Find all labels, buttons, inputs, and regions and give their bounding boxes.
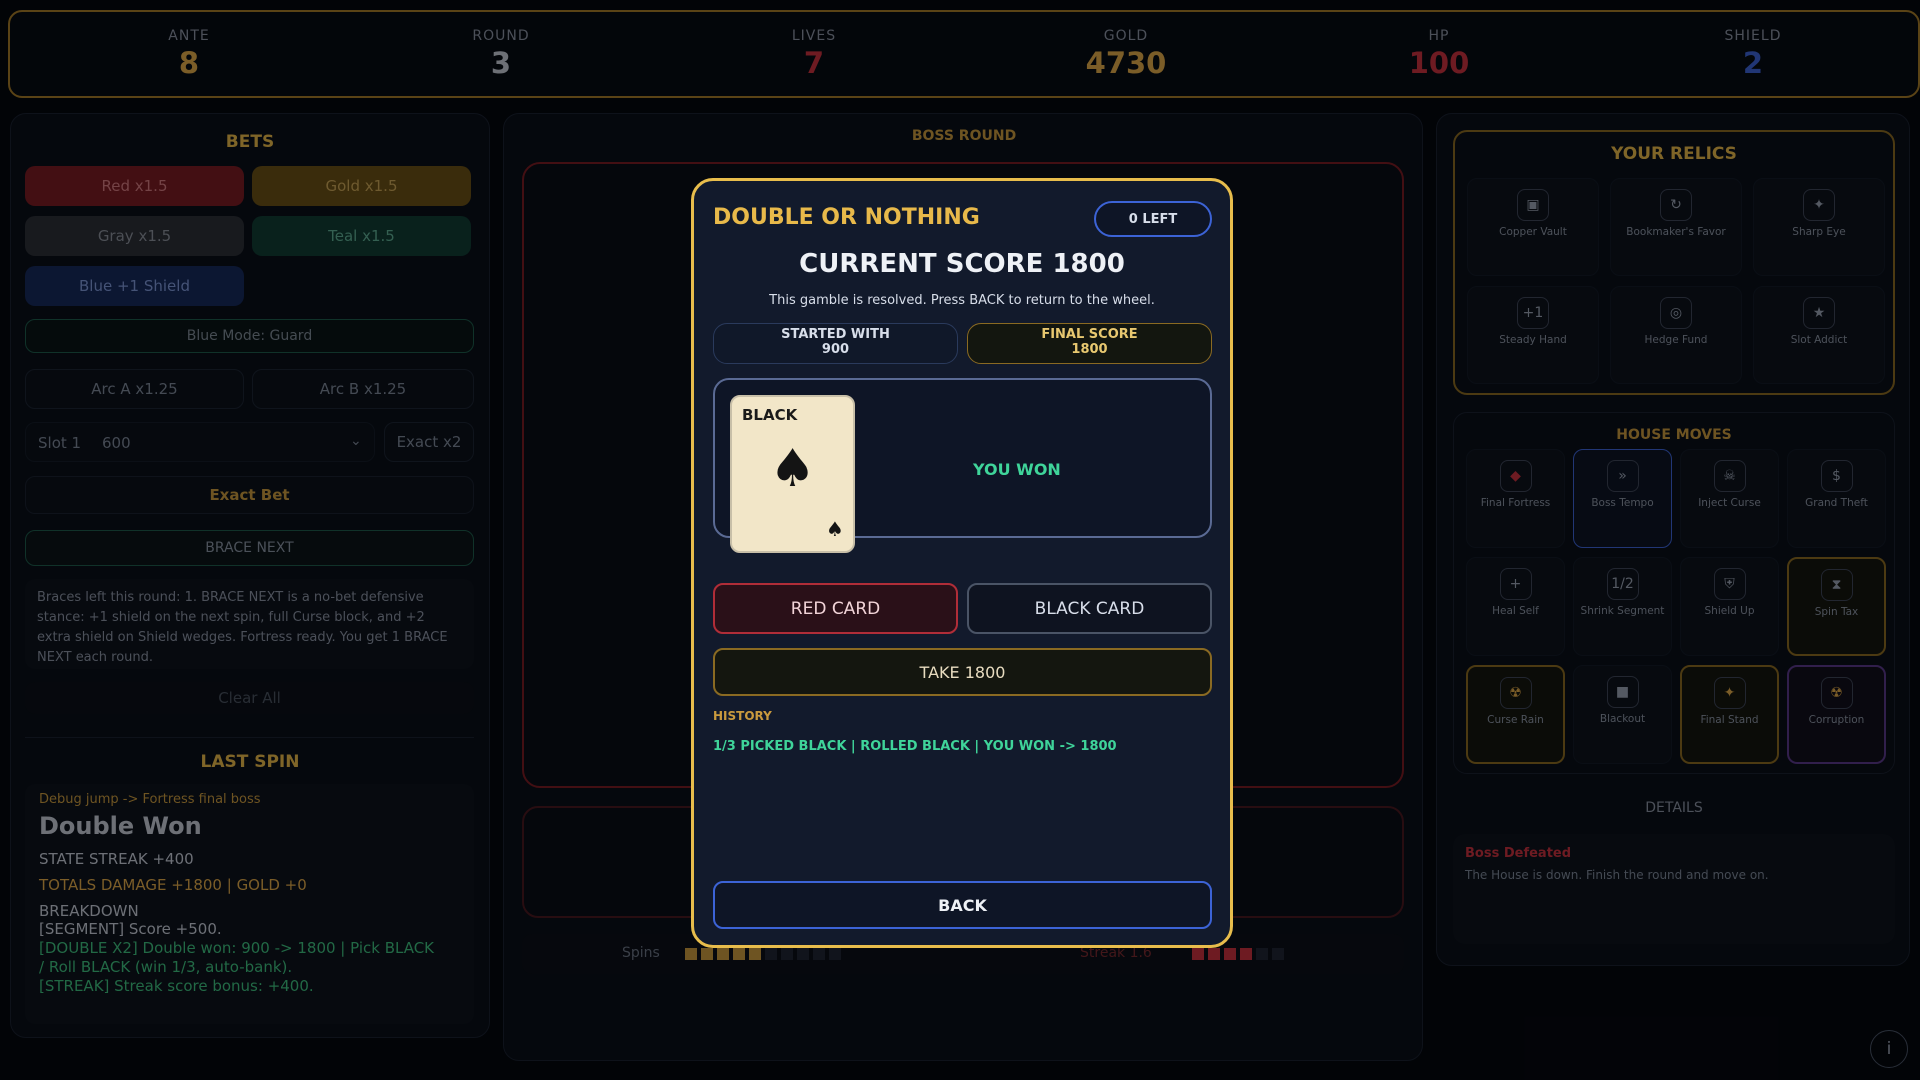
final-value: 1800: [1071, 342, 1108, 357]
playing-card: BLACK ♠ ♠: [730, 395, 855, 553]
take-score-button[interactable]: TAKE 1800: [713, 648, 1212, 696]
spade-small-icon: ♠: [826, 517, 844, 541]
history-line: 1/3 PICKED BLACK | ROLLED BLACK | YOU WO…: [713, 739, 1117, 754]
spade-icon: ♠: [769, 439, 816, 499]
current-score: CURRENT SCORE 1800: [799, 249, 1125, 279]
started-value: 900: [821, 342, 850, 357]
started-label: STARTED WITH: [781, 327, 890, 342]
card-reveal-area: BLACK ♠ ♠ YOU WON: [713, 378, 1212, 553]
card-color: BLACK: [742, 406, 798, 424]
resolved-note: This gamble is resolved. Press BACK to r…: [769, 293, 1155, 308]
final-score-box: FINAL SCORE 1800: [967, 323, 1212, 364]
modal-title: DOUBLE OR NOTHING: [713, 205, 980, 230]
red-card-button[interactable]: RED CARD: [713, 583, 958, 634]
turns-left-badge: 0 LEFT: [1094, 201, 1212, 237]
double-or-nothing-modal: DOUBLE OR NOTHING 0 LEFT CURRENT SCORE 1…: [691, 178, 1233, 948]
history-label: HISTORY: [713, 709, 772, 723]
back-button[interactable]: BACK: [713, 881, 1212, 929]
black-card-button[interactable]: BLACK CARD: [967, 583, 1212, 634]
result-text: YOU WON: [973, 460, 1061, 479]
final-label: FINAL SCORE: [1041, 327, 1138, 342]
started-with-box: STARTED WITH 900: [713, 323, 958, 364]
